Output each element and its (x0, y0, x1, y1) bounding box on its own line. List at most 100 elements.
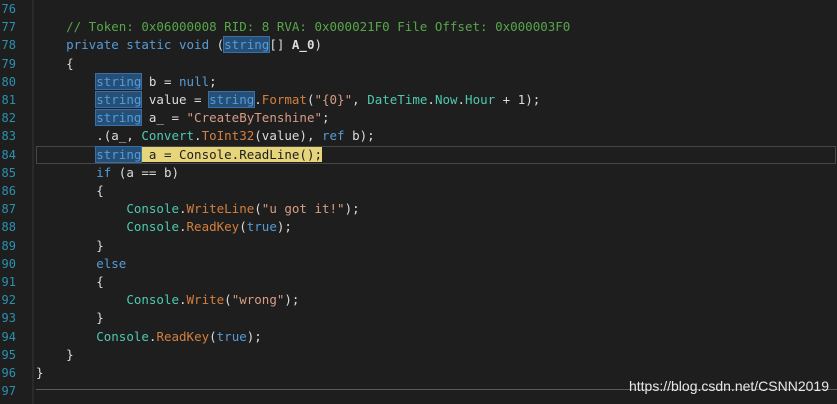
code-token: Console (96, 328, 149, 344)
code-line[interactable]: 86 { (0, 182, 837, 200)
code-token: Console (126, 292, 179, 308)
code-token: ToInt32 (201, 128, 255, 144)
line-number: 88 (1, 220, 16, 235)
code-line[interactable]: 76 (0, 0, 837, 18)
line-number: 81 (1, 93, 16, 107)
code-token: Format (261, 92, 307, 107)
code-line[interactable]: 80 string b = null; (0, 72, 837, 91)
code-line[interactable]: 95 } (0, 346, 837, 364)
code-line[interactable]: 84 string a = Console.ReadLine(); (0, 145, 837, 164)
code-token: a_ = (141, 110, 187, 126)
code-token: value = (141, 92, 210, 107)
code-token: ; (209, 73, 217, 89)
line-number: 95 (1, 347, 16, 362)
code-token: ( (224, 292, 232, 308)
code-token: ); (344, 201, 360, 217)
code-text: Console.Write("wrong"); (36, 291, 299, 309)
code-line[interactable]: 92 Console.Write("wrong"); (0, 291, 837, 309)
watermark-text: https://blog.csdn.net/CSNN2019 (628, 378, 829, 394)
code-token: b = (141, 73, 180, 89)
line-number: 85 (1, 165, 16, 180)
code-token: Hour (465, 92, 496, 107)
code-line[interactable]: 93 } (0, 309, 837, 327)
code-token: (a == b) (111, 164, 180, 180)
line-number: 79 (1, 56, 16, 71)
code-token: Write (186, 292, 225, 308)
code-token: ) (314, 37, 322, 53)
code-token: .(a_, (36, 128, 142, 144)
code-token: , (352, 92, 368, 107)
code-token: ); (276, 219, 292, 235)
code-token: . (457, 92, 466, 107)
code-token: else (96, 255, 127, 271)
code-editor[interactable]: 76 77 // Token: 0x06000008 RID: 8 RVA: 0x… (0, 0, 837, 404)
code-token: + 1); (495, 92, 541, 107)
code-token: ref (322, 128, 345, 144)
code-text: .(a_, Convert.ToInt32(value), ref b); (36, 127, 375, 145)
code-line[interactable]: 81 string value = string.Format("{0}", D… (0, 91, 837, 109)
line-number: 93 (1, 311, 16, 326)
code-text: // Token: 0x06000008 RID: 8 RVA: 0x00002… (36, 18, 570, 36)
code-token: string (95, 72, 143, 90)
code-line[interactable]: 91 { (0, 273, 837, 291)
code-text: } (36, 364, 44, 382)
code-text: Console.ReadKey(true); (36, 328, 262, 346)
code-token: Console (126, 219, 179, 235)
code-token: (value), (254, 128, 322, 144)
code-token: string (208, 91, 256, 108)
code-token: ); (284, 292, 300, 308)
code-text: { (36, 182, 104, 200)
code-token: ( (254, 201, 262, 217)
code-line[interactable]: 85 if (a == b) (0, 164, 837, 182)
line-number: 89 (1, 238, 16, 253)
code-token: "wrong" (231, 292, 285, 308)
code-token: . (194, 128, 202, 144)
line-number: 90 (1, 256, 16, 271)
code-text: string a = Console.ReadLine(); (36, 145, 322, 164)
code-line[interactable]: 79 { (0, 55, 837, 73)
line-number: 82 (1, 111, 16, 126)
code-token: string (95, 109, 143, 127)
code-token: . (254, 92, 262, 107)
code-line[interactable]: 82 string a_ = "CreateByTenshine"; (0, 109, 837, 127)
code-token: private static void (36, 37, 217, 53)
code-token: string (95, 91, 143, 108)
code-token: // Token: 0x06000008 RID: 8 RVA: 0x00002… (36, 19, 571, 35)
line-number: 76 (1, 2, 16, 16)
code-token: ); (246, 328, 262, 344)
code-line[interactable]: 83 .(a_, Convert.ToInt32(value), ref b); (0, 127, 837, 145)
code-token: Convert (141, 128, 195, 144)
code-line[interactable]: 77 // Token: 0x06000008 RID: 8 RVA: 0x00… (0, 18, 837, 36)
code-line[interactable]: 78 private static void (string[] A_0) (0, 36, 837, 54)
code-text: { (36, 55, 74, 73)
code-line[interactable]: 90 else (0, 255, 837, 273)
code-token: "{0}" (314, 92, 353, 107)
line-number: 86 (1, 184, 16, 198)
line-number: 87 (1, 202, 16, 217)
line-number: 96 (1, 366, 16, 380)
code-token: A_0 (291, 37, 315, 53)
code-token: b); (344, 128, 375, 144)
code-line[interactable]: 94 Console.ReadKey(true); (0, 328, 837, 346)
code-line[interactable]: 88 Console.ReadKey(true); (0, 218, 837, 236)
line-number: 80 (1, 74, 16, 89)
code-token: } (36, 346, 74, 362)
code-token: true (216, 328, 247, 344)
code-token: . (179, 219, 187, 235)
line-number: 77 (1, 20, 16, 35)
code-token: a = Console.ReadLine(); (141, 146, 322, 162)
line-number: 97 (1, 384, 16, 399)
code-token: } (36, 237, 104, 253)
code-token: Console (126, 201, 179, 217)
code-token: ( (239, 219, 247, 235)
code-line[interactable]: 89 } (0, 237, 837, 255)
code-line[interactable]: 87 Console.WriteLine("u got it!"); (0, 200, 837, 218)
